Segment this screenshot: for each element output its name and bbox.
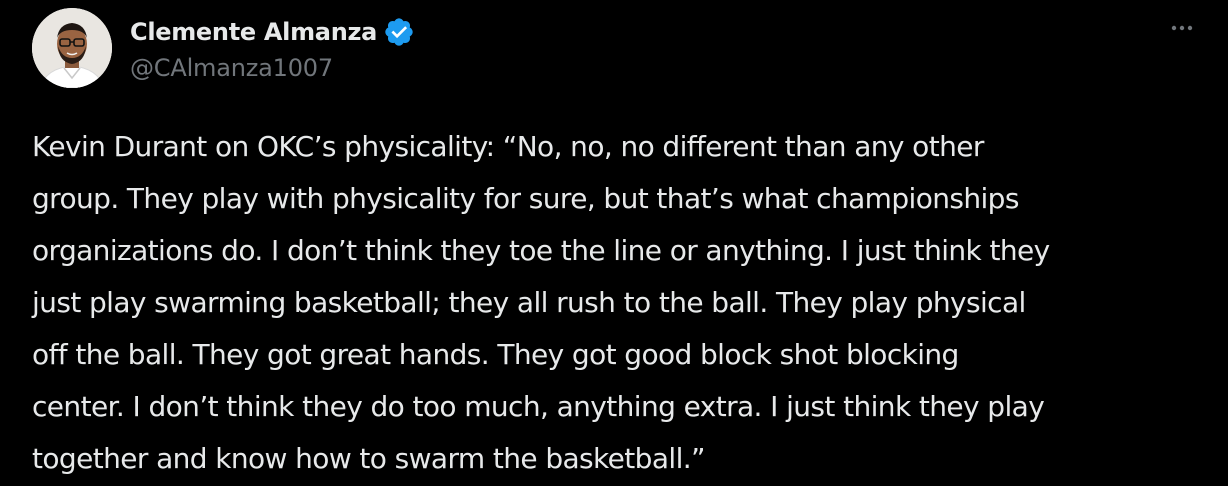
tweet-text-line: center. I don’t think they do too much, … [32, 390, 1045, 423]
tweet-text-line: group. They play with physicality for su… [32, 182, 1019, 215]
profile-photo-icon [32, 8, 112, 88]
tweet-text: Kevin Durant on OKC’s physicality: “No, … [32, 121, 1212, 485]
author-name-row[interactable]: Clemente Almanza [130, 14, 415, 50]
tweet-text-line: organizations do. I don’t think they toe… [32, 234, 1050, 267]
tweet-text-line: Kevin Durant on OKC’s physicality: “No, … [32, 130, 984, 163]
author-handle[interactable]: @CAlmanza1007 [130, 54, 333, 82]
more-options-button[interactable] [1160, 10, 1204, 46]
author-display-name[interactable]: Clemente Almanza [130, 18, 377, 46]
tweet: Clemente Almanza @CAlmanza1007 Kevin Dur… [0, 0, 1228, 486]
tweet-text-line: off the ball. They got great hands. They… [32, 338, 959, 371]
verified-badge-icon[interactable] [383, 16, 415, 48]
more-horizontal-icon [1171, 25, 1193, 31]
tweet-text-line: together and know how to swarm the baske… [32, 442, 706, 475]
avatar[interactable] [32, 8, 112, 88]
tweet-text-line: just play swarming basketball; they all … [32, 286, 1026, 319]
